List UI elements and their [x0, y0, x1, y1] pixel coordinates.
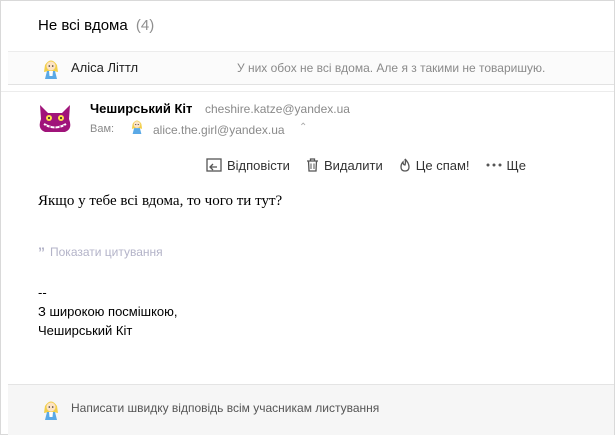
signature: -- З широкою посмішкою, Чеширський Кіт: [38, 283, 178, 340]
alice-avatar-icon: [44, 60, 58, 79]
message-toolbar: Відповісти Видалити Це спам! Ще: [206, 156, 542, 174]
reply-icon: [206, 158, 222, 172]
more-dots-icon: [486, 163, 502, 167]
trash-icon: [306, 158, 318, 172]
fire-icon: [400, 158, 410, 172]
thread-subject: Не всі вдома: [38, 17, 128, 34]
quick-reply-bar[interactable]: Написати швидку відповідь всім учасникам…: [8, 384, 614, 435]
alice-recipient-avatar-icon: [131, 120, 143, 134]
collapsed-sender-name: Аліса Літтл: [71, 60, 139, 75]
spam-button[interactable]: Це спам!: [399, 158, 470, 173]
message-thread-panel: Не всі вдома (4) Аліса Літтл У них обох …: [0, 0, 615, 435]
message-body: Якщо у тебе всі вдома, то чого ти тут?: [38, 193, 283, 209]
delete-button[interactable]: Видалити: [306, 158, 383, 173]
collapsed-message-snippet: У них обох не всі вдома. Але я з такими …: [237, 61, 546, 75]
show-quotes-label: Показати цитування: [50, 245, 163, 259]
cheshire-cat-avatar-icon: [39, 105, 71, 132]
recipient-label: Вам:: [90, 123, 115, 135]
more-label: Ще: [506, 157, 526, 173]
show-quotes-link[interactable]: ” Показати цитування: [38, 244, 163, 260]
alice-avatar-icon: [44, 401, 58, 420]
chevron-up-icon[interactable]: ⌃: [299, 122, 307, 133]
reply-label: Відповісти: [227, 157, 290, 173]
sender-email[interactable]: cheshire.katze@yandex.ua: [205, 102, 350, 116]
thread-title: Не всі вдома (4): [38, 17, 154, 34]
quick-reply-input[interactable]: Написати швидку відповідь всім учасникам…: [71, 401, 379, 415]
reply-button[interactable]: Відповісти: [206, 158, 290, 173]
signature-name: Чеширський Кіт: [38, 323, 133, 338]
thread-message-count: (4): [135, 17, 155, 34]
recipient-email[interactable]: alice.the.girl@yandex.ua: [153, 123, 285, 137]
expanded-message: [1, 91, 614, 92]
more-button[interactable]: Ще: [486, 158, 526, 173]
signature-line: З широкою посмішкою,: [38, 304, 178, 319]
quote-icon: ”: [38, 244, 45, 260]
sender-name[interactable]: Чеширський Кіт: [90, 101, 192, 116]
delete-label: Видалити: [323, 157, 383, 173]
spam-label: Це спам!: [415, 157, 470, 173]
collapsed-message-row[interactable]: Аліса Літтл У них обох не всі вдома. Але…: [8, 51, 614, 85]
signature-separator: --: [38, 285, 47, 300]
